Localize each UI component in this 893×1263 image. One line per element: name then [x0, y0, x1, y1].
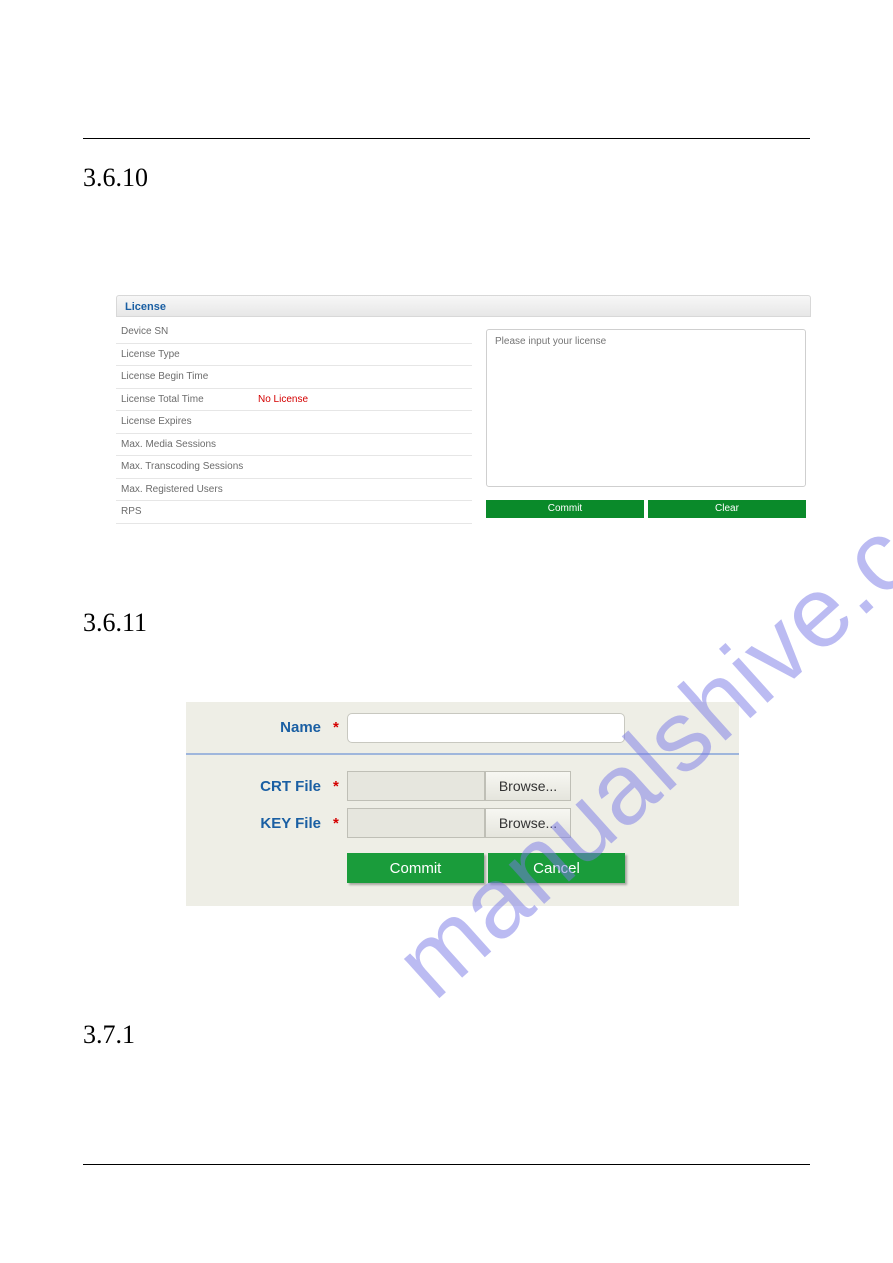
bottom-rule: [83, 1164, 810, 1165]
table-row: Max. Media Sessions: [116, 434, 472, 457]
key-browse-button[interactable]: Browse...: [485, 808, 571, 838]
table-row: License Begin Time: [116, 366, 472, 389]
cert-label-crt: CRT File: [198, 778, 333, 795]
crt-browse-button[interactable]: Browse...: [485, 771, 571, 801]
commit-button[interactable]: Commit: [486, 500, 644, 518]
license-label-rps: RPS: [116, 506, 258, 517]
license-input[interactable]: [486, 329, 806, 487]
certificate-form: Name * CRT File * Browse... KEY File * B…: [186, 702, 739, 906]
license-button-row: Commit Clear: [486, 500, 806, 518]
license-input-column: Commit Clear: [486, 321, 811, 524]
license-label-max-transcoding: Max. Transcoding Sessions: [116, 461, 258, 472]
top-rule: [83, 138, 810, 139]
license-label-max-users: Max. Registered Users: [116, 484, 258, 495]
table-row: RPS: [116, 501, 472, 524]
license-label-begin-time: License Begin Time: [116, 371, 258, 382]
license-info-table: Device SN License Type License Begin Tim…: [116, 321, 472, 524]
required-asterisk: *: [333, 778, 347, 795]
crt-file-display: [347, 771, 485, 801]
license-panel: License Device SN License Type License B…: [116, 295, 811, 524]
cert-row-name: Name *: [186, 702, 739, 755]
section-number-3-7-1: 3.7.1: [83, 1020, 135, 1050]
table-row: Device SN: [116, 321, 472, 344]
key-file-display: [347, 808, 485, 838]
table-row: License Type: [116, 344, 472, 367]
section-number-3-6-11: 3.6.11: [83, 608, 147, 638]
commit-button[interactable]: Commit: [347, 853, 484, 883]
license-panel-title: License: [116, 295, 811, 317]
license-panel-body: Device SN License Type License Begin Tim…: [116, 317, 811, 524]
license-label-expires: License Expires: [116, 416, 258, 427]
cert-row-key: KEY File * Browse...: [186, 803, 739, 843]
required-asterisk: *: [333, 719, 347, 736]
license-value-total-time: No License: [258, 394, 472, 405]
cert-label-key: KEY File: [198, 815, 333, 832]
cancel-button[interactable]: Cancel: [488, 853, 625, 883]
license-label-total-time: License Total Time: [116, 394, 258, 405]
license-label-max-media: Max. Media Sessions: [116, 439, 258, 450]
table-row: License Expires: [116, 411, 472, 434]
section-number-3-6-10: 3.6.10: [83, 163, 148, 193]
clear-button[interactable]: Clear: [648, 500, 806, 518]
cert-label-name: Name: [198, 719, 333, 736]
cert-row-crt: CRT File * Browse...: [186, 755, 739, 803]
table-row: License Total Time No License: [116, 389, 472, 412]
name-field[interactable]: [347, 713, 625, 743]
license-label-device-sn: Device SN: [116, 326, 258, 337]
license-label-license-type: License Type: [116, 349, 258, 360]
table-row: Max. Registered Users: [116, 479, 472, 502]
required-asterisk: *: [333, 815, 347, 832]
table-row: Max. Transcoding Sessions: [116, 456, 472, 479]
cert-button-row: Commit Cancel: [186, 853, 739, 883]
